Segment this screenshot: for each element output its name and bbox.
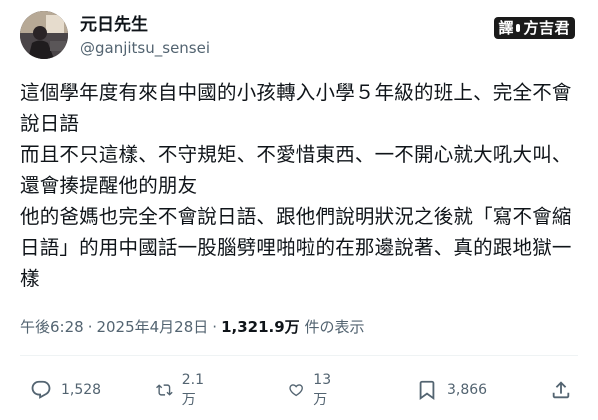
like-button[interactable]: 13万 [288, 372, 337, 408]
tweet-line: 日語」的用中國話一股腦劈哩啪啦的在那邊說著、真的跟地獄一 [20, 236, 572, 259]
bookmark-count: 3,866 [447, 382, 488, 398]
tweet-line: 樣 [20, 267, 40, 290]
avatar[interactable] [20, 11, 68, 59]
share-icon [552, 381, 570, 399]
like-count: 13万 [313, 372, 332, 408]
tweet-line: 這個學年度有來自中國的小孩轉入小學５年級的班上、完全不會 [20, 81, 572, 104]
display-name[interactable]: 元日先生 [80, 15, 148, 35]
views-label: 件の表示 [304, 318, 365, 336]
tweet-line: 而且不只這樣、不守規矩、不愛惜東西、一不開心就大吼大叫、 [20, 143, 572, 166]
tweet-page: 元日先生 @ganjitsu_sensei 譯 方吉君 這個學年度有來自中國的小… [0, 0, 598, 420]
repost-count: 2.1万 [181, 372, 204, 408]
bookmark-button[interactable]: 3,866 [416, 378, 487, 402]
views-count: 1,321.9万 [221, 318, 300, 336]
translator-badge[interactable]: 譯 方吉君 [494, 17, 575, 39]
tweet-text: 這個學年度有來自中國的小孩轉入小學５年級的班上、完全不會 說日語 而且不只這樣、… [20, 77, 586, 294]
badge-name: 方吉君 [523, 19, 570, 37]
meta-separator: · [212, 318, 218, 336]
reply-button[interactable]: 1,528 [30, 378, 101, 402]
heart-icon [289, 384, 303, 397]
user-handle[interactable]: @ganjitsu_sensei [80, 38, 210, 58]
badge-separator [516, 24, 521, 32]
share-button[interactable] [550, 378, 572, 402]
repost-button[interactable]: 2.1万 [156, 372, 209, 408]
divider [20, 355, 578, 356]
tweet-time[interactable]: 午後6:28 [20, 318, 84, 336]
avatar-image [20, 11, 68, 59]
bookmark-icon [419, 380, 435, 401]
reply-count: 1,528 [61, 382, 102, 398]
repost-icon [156, 384, 173, 396]
meta-separator: · [87, 318, 93, 336]
badge-char: 譯 [498, 19, 514, 37]
tweet-line: 說日語 [20, 112, 80, 135]
tweet-line: 他的爸媽也完全不會說日語、跟他們說明狀況之後就「寫不會縮 [20, 205, 572, 228]
tweet-line: 還會揍提醒他的朋友 [20, 174, 198, 197]
tweet-meta: 午後6:28 · 2025年4月28日 · 1,321.9万 件の表示 [20, 317, 364, 337]
tweet-date[interactable]: 2025年4月28日 [96, 318, 208, 336]
reply-icon [31, 380, 51, 399]
